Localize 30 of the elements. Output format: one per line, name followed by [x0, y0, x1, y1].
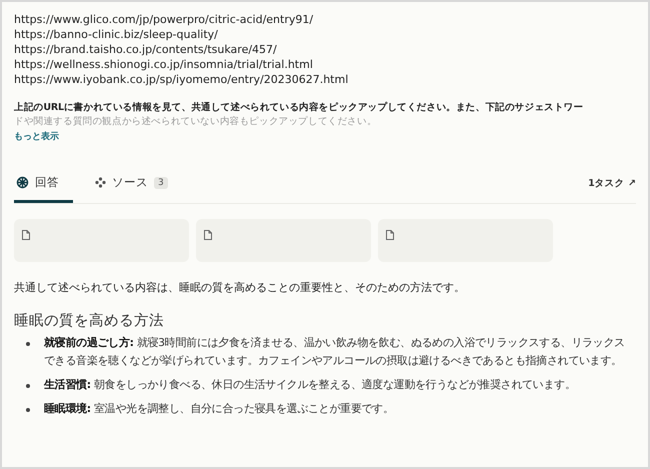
answer-intro: 共通して述べられている内容は、睡眠の質を高めることの重要性と、そのための方法です。: [14, 280, 466, 295]
prompt-text: 上記のURLに書かれている情報を見て、共通して述べられている内容をピックアップしてください。また、下記のサジェストワー: [14, 101, 584, 115]
answer-heading: 睡眠の質を高める方法: [14, 312, 165, 330]
show-more-link[interactable]: もっと表示: [14, 130, 59, 143]
url-text: https://brand.taisho.co.jp/contents/tsukare/457/: [14, 42, 277, 57]
source-card[interactable]: [14, 219, 189, 262]
tab-label: 回答: [35, 175, 59, 190]
url-text: https://banno-clinic.biz/sleep-quality/: [14, 27, 218, 42]
prompt-text: ドや関連する質問の観点から述べられていない内容もピックアップしてください。: [14, 115, 377, 129]
bullet-dot: [26, 342, 30, 346]
document-icon: [386, 230, 394, 240]
bullet-dot: [26, 408, 30, 412]
bullet-text: 就寝前の過ごし方: 就寝3時間前には夕食を済ませる、温かい飲み物を飲む、ぬるめの入浴でリラックスする、リラックスできる音楽を聴くなどが挙げられています。カフェインやアルコールの摂取は避けるべきであるとも指摘されています。: [44, 335, 626, 369]
source-card[interactable]: [378, 219, 553, 262]
url-text: https://wellness.shionogi.co.jp/insomnia/trial/trial.html: [14, 57, 313, 72]
url-text: https://www.iyobank.co.jp/sp/iyomemo/entry/20230627.html: [14, 72, 348, 87]
document-icon: [204, 230, 212, 240]
tab[interactable]: ソース 3: [93, 175, 182, 203]
source-card[interactable]: [196, 219, 371, 262]
document-icon: [22, 230, 30, 240]
bullet-text: 生活習慣: 朝食をしっかり食べる、休日の生活サイクルを整える、適度な運動を行うなどが推奨されています。: [44, 377, 576, 393]
asterisk-icon: [16, 176, 29, 189]
bullet-dot: [26, 384, 30, 388]
dots-icon: [95, 177, 106, 188]
tab-label: ソース: [112, 175, 148, 190]
url-text: https://www.glico.com/jp/powerpro/citric-acid/entry91/: [14, 12, 314, 27]
task-link[interactable]: 1タスク ↗: [588, 176, 636, 202]
count-badge: 3: [154, 176, 168, 188]
tab[interactable]: 回答: [14, 175, 73, 203]
bullet-text: 睡眠環境: 室温や光を調整し、自分に合った寝具を選ぶことが重要です。: [44, 401, 395, 417]
